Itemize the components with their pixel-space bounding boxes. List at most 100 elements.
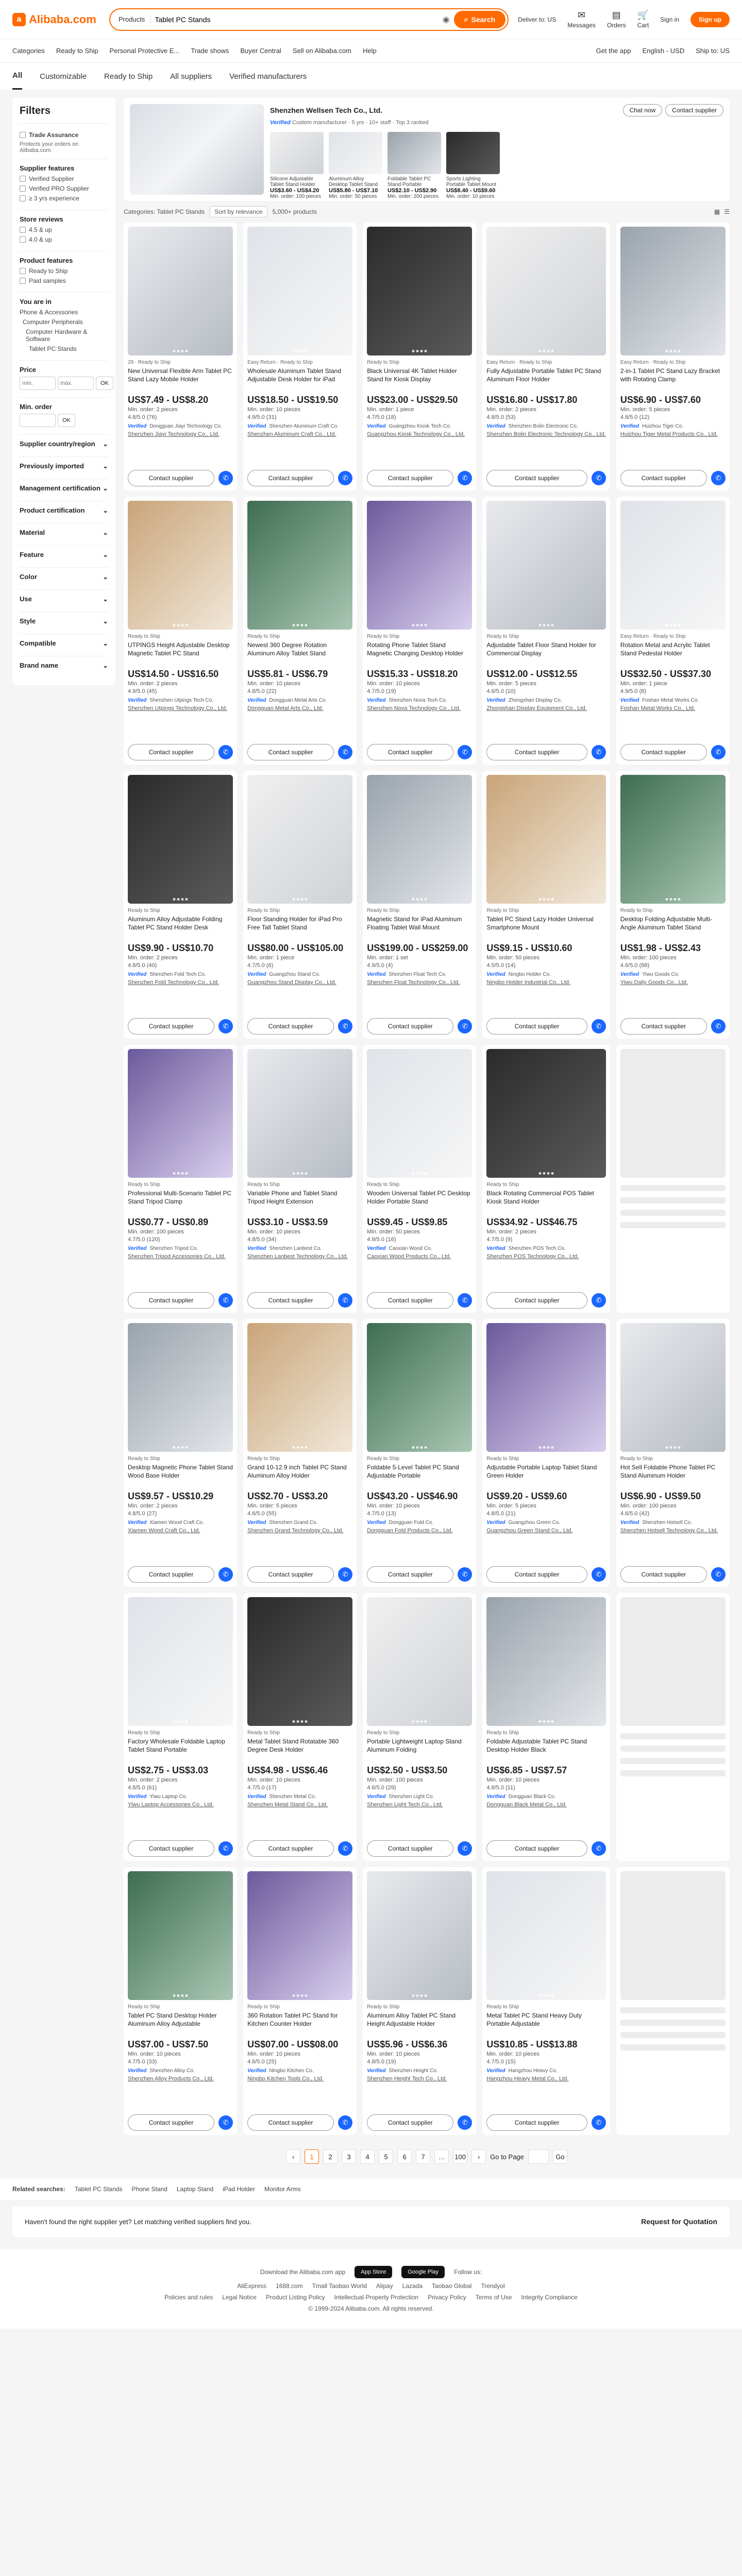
product-title[interactable]: 360 Rotation Tablet PC Stand for Kitchen…: [247, 2011, 352, 2036]
banner-product-image[interactable]: [446, 132, 500, 174]
contact-supplier-button[interactable]: Contact supplier: [486, 744, 587, 760]
product-card[interactable]: Ready to Ship Aluminum Alloy Tablet PC St…: [363, 1867, 477, 2135]
footer-link[interactable]: 1688.com: [276, 2282, 303, 2290]
carousel-dot[interactable]: [181, 1994, 184, 1997]
filter-group[interactable]: Management certification ⌄: [20, 479, 108, 501]
app-store-button[interactable]: App Store: [355, 2266, 393, 2278]
product-title[interactable]: Tablet PC Stand Desktop Holder Aluminum …: [128, 2011, 233, 2036]
cart-button[interactable]: 🛒 Cart: [637, 10, 649, 29]
banner-product[interactable]: Aluminum Alloy Desktop Tablet Stand US$5.…: [329, 132, 382, 199]
product-title[interactable]: New Universal Flexible Arm Tablet PC Sta…: [128, 367, 233, 392]
carousel-dot[interactable]: [416, 1994, 419, 1997]
product-image[interactable]: [486, 1871, 606, 2000]
product-card[interactable]: Ready to Ship Tablet PC Stand Lazy Holder…: [482, 771, 610, 1039]
product-image[interactable]: [247, 1049, 353, 1178]
supplier-link[interactable]: Zhongshan Display Equipment Co., Ltd.: [486, 705, 606, 711]
filter-group[interactable]: Supplier country/region ⌄: [20, 434, 108, 456]
banner-product[interactable]: Foldable Tablet PC Stand Portable US$2.10…: [387, 132, 441, 199]
carousel-dot[interactable]: [305, 350, 308, 352]
contact-supplier-button[interactable]: Contact supplier: [367, 2114, 454, 2131]
carousel-dot[interactable]: [547, 1994, 550, 1997]
carousel-dot[interactable]: [185, 898, 188, 901]
filter-group[interactable]: Color ⌄: [20, 567, 108, 589]
product-image[interactable]: [620, 775, 726, 904]
image-carousel-dots[interactable]: [173, 1172, 188, 1175]
orders-button[interactable]: ▤ Orders: [607, 10, 626, 29]
carousel-dot[interactable]: [543, 1720, 546, 1723]
product-card[interactable]: Ready to Ship Foldable 5-Level Tablet PC …: [363, 1319, 477, 1587]
contact-supplier-button[interactable]: Contact supplier: [128, 1840, 215, 1857]
contact-supplier-button[interactable]: Contact supplier: [247, 1018, 334, 1035]
carousel-dot[interactable]: [547, 350, 550, 352]
banner-product-image[interactable]: [270, 132, 324, 174]
carousel-dot[interactable]: [416, 350, 419, 352]
carousel-dot[interactable]: [300, 1994, 303, 1997]
chat-icon[interactable]: ✆: [591, 745, 606, 759]
product-image[interactable]: [486, 1323, 606, 1452]
product-title[interactable]: Desktop Folding Adjustable Multi-Angle A…: [620, 915, 726, 940]
filter-group[interactable]: Previously imported ⌄: [20, 456, 108, 479]
footer-link[interactable]: Lazada: [402, 2282, 423, 2290]
carousel-dot[interactable]: [678, 898, 681, 901]
carousel-dot[interactable]: [420, 898, 423, 901]
contact-supplier-button[interactable]: Contact supplier: [620, 1018, 707, 1035]
policy-link[interactable]: Terms of Use: [476, 2294, 512, 2301]
image-carousel-dots[interactable]: [665, 1446, 681, 1449]
chat-now-button[interactable]: Chat now: [622, 104, 663, 116]
banner-product-image[interactable]: [329, 132, 382, 174]
carousel-dot[interactable]: [416, 1720, 419, 1723]
carousel-dot[interactable]: [420, 350, 423, 352]
image-carousel-dots[interactable]: [292, 624, 308, 626]
related-link[interactable]: iPad Holder: [223, 2185, 255, 2193]
carousel-dot[interactable]: [177, 1446, 180, 1449]
carousel-dot[interactable]: [412, 624, 415, 626]
carousel-dot[interactable]: [292, 1446, 295, 1449]
carousel-dot[interactable]: [551, 1994, 554, 1997]
product-image[interactable]: [486, 227, 606, 355]
carousel-dot[interactable]: [181, 898, 184, 901]
supplier-link[interactable]: Shenzhen Lanbest Technology Co., Ltd.: [247, 1253, 352, 1260]
carousel-dot[interactable]: [669, 350, 672, 352]
trade-assurance-checkbox[interactable]: Trade Assurance: [20, 131, 108, 139]
category-link[interactable]: Phone & Accessories: [20, 309, 108, 316]
product-image[interactable]: [247, 1871, 353, 2000]
product-card[interactable]: Ready to Ship Foldable Adjustable Tablet …: [482, 1593, 610, 1861]
carousel-dot[interactable]: [300, 624, 303, 626]
messages-button[interactable]: ✉ Messages: [567, 10, 596, 29]
alibaba-logo[interactable]: a Alibaba.com: [12, 12, 100, 26]
contact-supplier-button[interactable]: Contact supplier: [367, 1292, 454, 1309]
supplier-link[interactable]: Shenzhen Utpings Technology Co., Ltd.: [128, 705, 233, 711]
image-carousel-dots[interactable]: [412, 1994, 427, 1997]
tab-4[interactable]: Verified manufacturers: [229, 63, 307, 90]
min-order-ok-button[interactable]: OK: [58, 414, 75, 427]
carousel-dot[interactable]: [673, 898, 677, 901]
image-carousel-dots[interactable]: [412, 624, 427, 626]
carousel-dot[interactable]: [538, 1720, 542, 1723]
category-link[interactable]: Tablet PC Stands: [20, 345, 108, 352]
product-image[interactable]: [367, 1049, 473, 1178]
banner-contact-button[interactable]: Contact supplier: [665, 104, 723, 116]
supplier-link[interactable]: Shenzhen Light Tech Co., Ltd.: [367, 1802, 472, 1808]
footer-link[interactable]: Taobao Global: [432, 2282, 471, 2290]
carousel-dot[interactable]: [296, 1994, 299, 1997]
carousel-dot[interactable]: [185, 1994, 188, 1997]
chat-icon[interactable]: ✆: [591, 1019, 606, 1033]
supplier-link[interactable]: Shenzhen Grand Technology Co., Ltd.: [247, 1528, 352, 1534]
product-title[interactable]: Rotation Metal and Acrylic Tablet Stand …: [620, 641, 726, 666]
supplier-link[interactable]: Yiwu Daily Goods Co., Ltd.: [620, 979, 726, 986]
carousel-dot[interactable]: [424, 898, 427, 901]
product-title[interactable]: Metal Tablet Stand Rotatable 360 Degree …: [247, 1737, 352, 1762]
product-card[interactable]: Easy Return · Ready to Ship Rotation Meta…: [616, 497, 730, 765]
contact-supplier-button[interactable]: Contact supplier: [128, 744, 215, 760]
supplier-link[interactable]: Hangzhou Heavy Metal Co., Ltd.: [486, 2076, 606, 2082]
tab-3[interactable]: All suppliers: [170, 63, 212, 90]
image-carousel-dots[interactable]: [538, 350, 554, 352]
chat-icon[interactable]: ✆: [591, 1293, 606, 1308]
carousel-dot[interactable]: [296, 1446, 299, 1449]
chat-icon[interactable]: ✆: [458, 2115, 473, 2130]
carousel-dot[interactable]: [177, 898, 180, 901]
image-carousel-dots[interactable]: [173, 624, 188, 626]
supplier-link[interactable]: Shenzhen Jiayi Technology Co., Ltd.: [128, 431, 233, 437]
supplier-link[interactable]: Shenzhen Float Technology Co., Ltd.: [367, 979, 472, 986]
carousel-dot[interactable]: [296, 624, 299, 626]
